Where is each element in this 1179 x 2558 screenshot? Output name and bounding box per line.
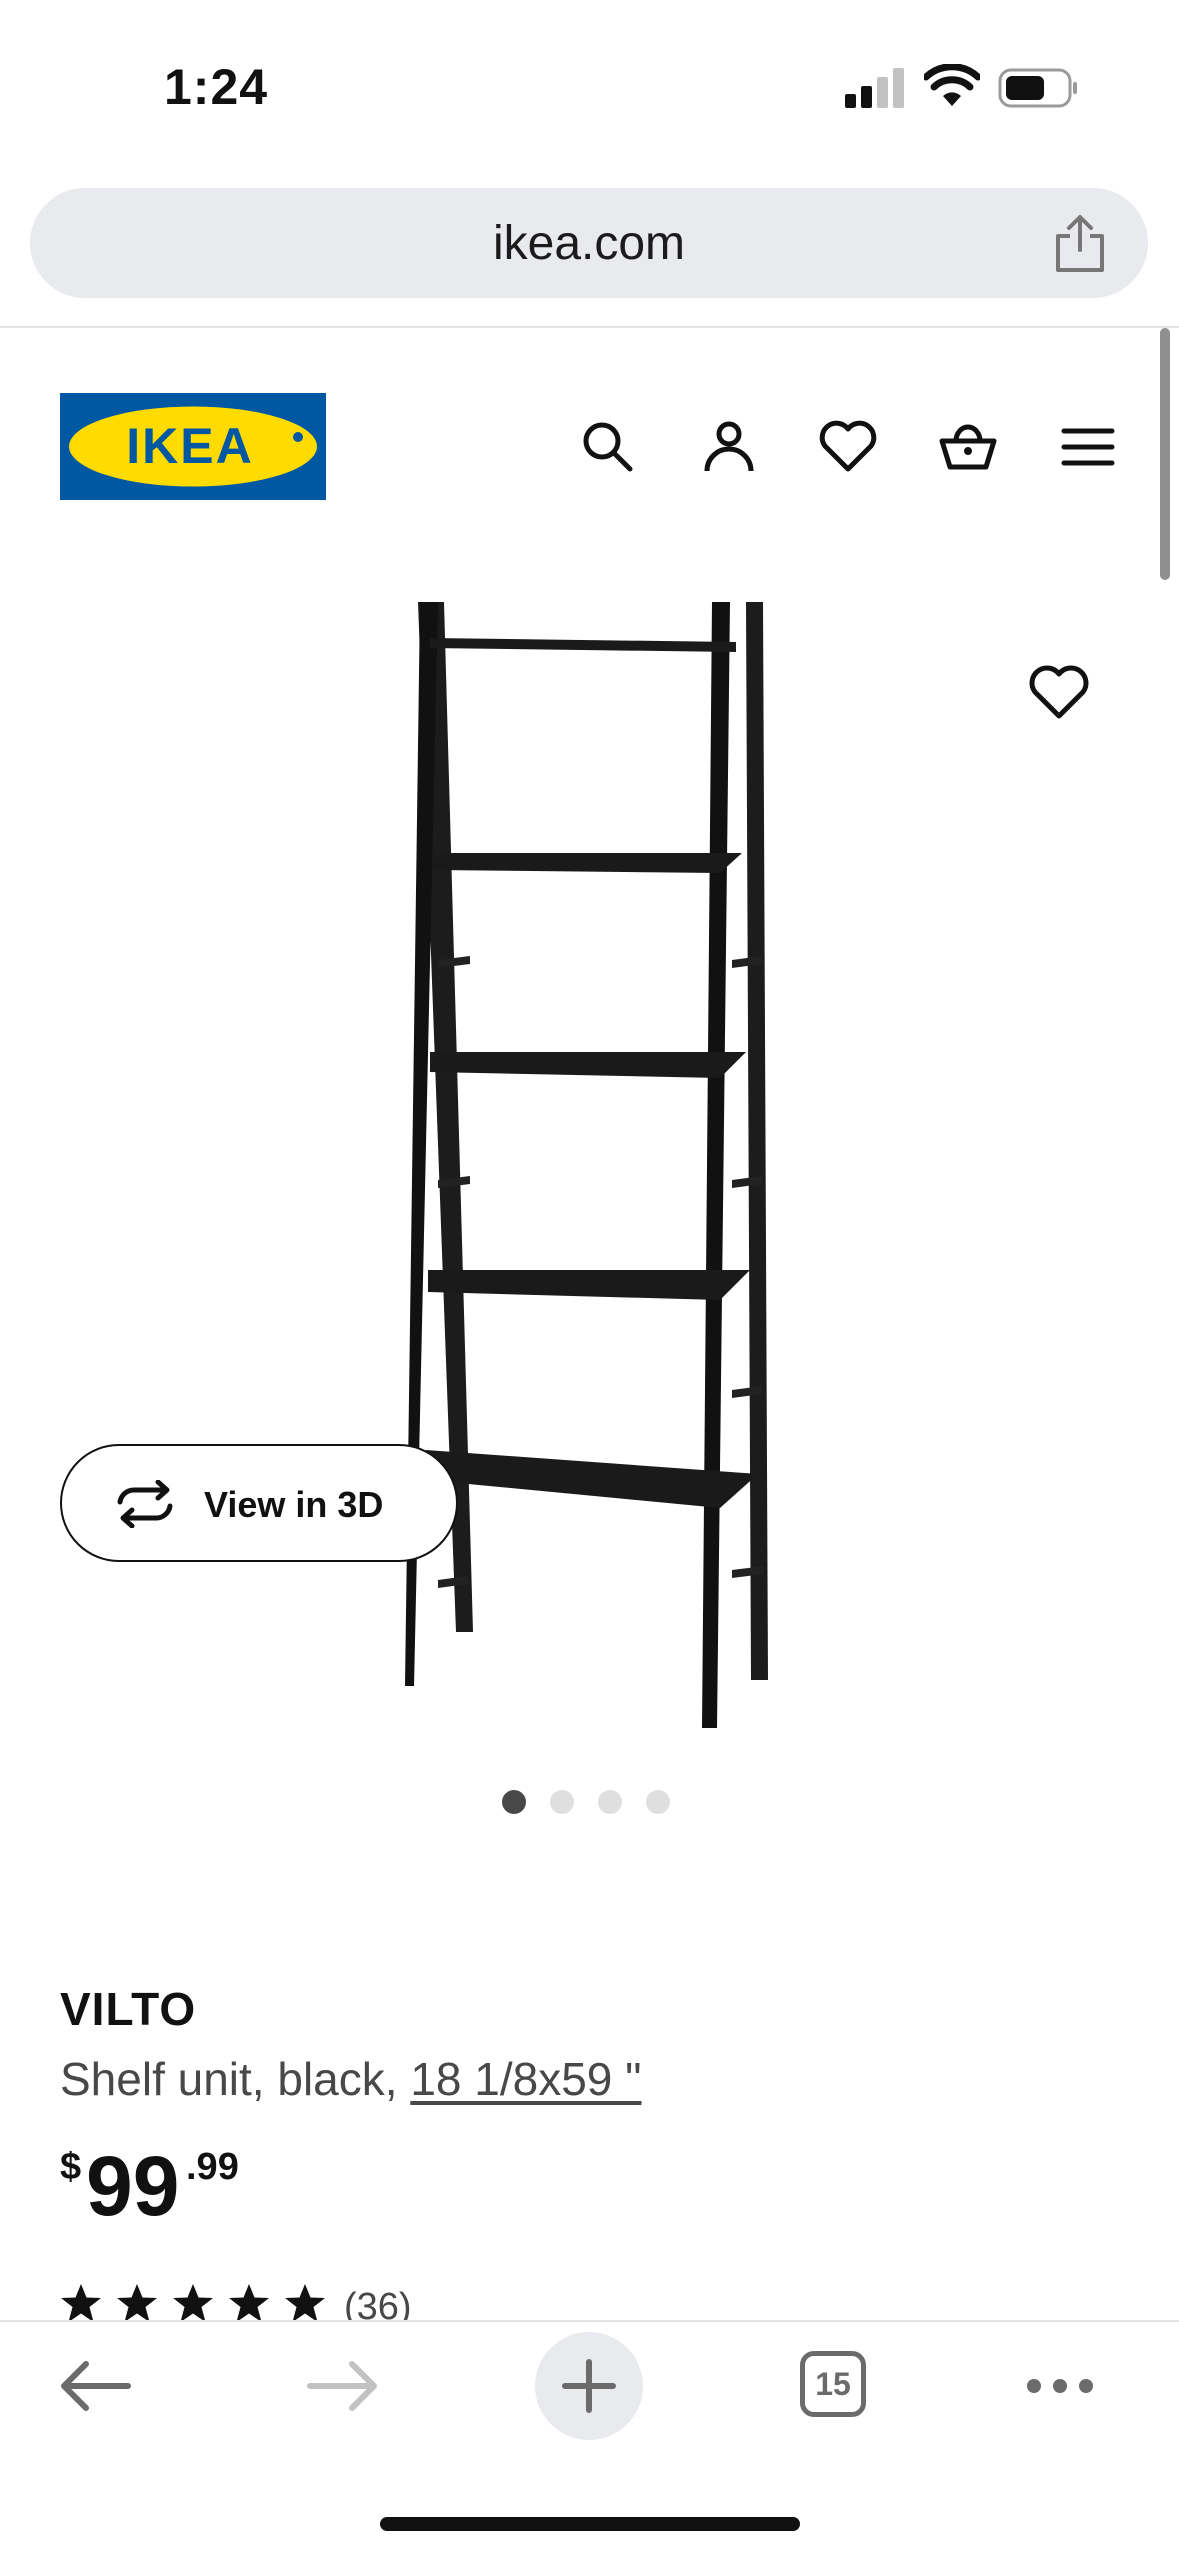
image-carousel-dots — [502, 1790, 682, 1814]
scrollbar[interactable] — [1160, 328, 1170, 580]
menu-icon[interactable] — [1056, 415, 1120, 479]
rotate-3d-icon — [117, 1480, 173, 1528]
forward-arrow-icon[interactable] — [306, 2358, 380, 2414]
price-integer: 99 — [86, 2139, 180, 2233]
share-icon[interactable] — [1052, 214, 1108, 274]
save-to-favourites-heart-icon[interactable] — [1025, 660, 1093, 724]
address-bar-divider — [0, 326, 1179, 328]
new-tab-button[interactable] — [535, 2332, 643, 2440]
url-text: ikea.com — [492, 217, 686, 270]
star-icon — [61, 2284, 101, 2322]
star-icon — [285, 2284, 325, 2322]
product-image[interactable] — [390, 590, 790, 1740]
star-icon — [117, 2284, 157, 2322]
favourites-heart-icon[interactable] — [816, 415, 880, 479]
tab-switcher-button[interactable]: 15 — [800, 2351, 866, 2417]
account-icon[interactable] — [697, 415, 761, 479]
price-currency: $ — [60, 2146, 82, 2188]
view-in-3d-label: View in 3D — [204, 1484, 384, 1525]
home-indicator — [380, 2517, 800, 2531]
product-description: Shelf unit, black, 18 1/8x59 " — [60, 2052, 641, 2106]
tab-count: 15 — [815, 2366, 851, 2402]
svg-text:IKEA: IKEA — [126, 418, 253, 474]
product-size-link[interactable]: 18 1/8x59 " — [410, 2053, 641, 2105]
status-time: 1:24 — [164, 59, 269, 115]
product-description-text: Shelf unit, black, — [60, 2053, 411, 2105]
cellular-signal-icon — [845, 68, 904, 108]
address-bar[interactable]: ikea.com — [30, 188, 1148, 298]
basket-icon[interactable] — [936, 415, 1000, 479]
carousel-dot-1[interactable] — [502, 1790, 526, 1814]
price-decimal: .99 — [186, 2146, 239, 2188]
view-in-3d-button[interactable]: View in 3D — [60, 1444, 458, 1562]
carousel-dot-2[interactable] — [550, 1790, 574, 1814]
carousel-dot-4[interactable] — [646, 1790, 670, 1814]
carousel-dot-3[interactable] — [598, 1790, 622, 1814]
search-icon[interactable] — [576, 415, 640, 479]
battery-icon — [998, 68, 1077, 108]
more-options-icon[interactable] — [1024, 2374, 1096, 2398]
back-arrow-icon[interactable] — [58, 2358, 132, 2414]
star-icon — [229, 2284, 269, 2322]
product-name: VILTO — [60, 1983, 197, 2035]
wifi-icon — [924, 64, 980, 106]
star-icon — [173, 2284, 213, 2322]
ikea-logo[interactable]: IKEA — [60, 393, 326, 500]
status-bar: 1:24 — [0, 0, 1179, 170]
